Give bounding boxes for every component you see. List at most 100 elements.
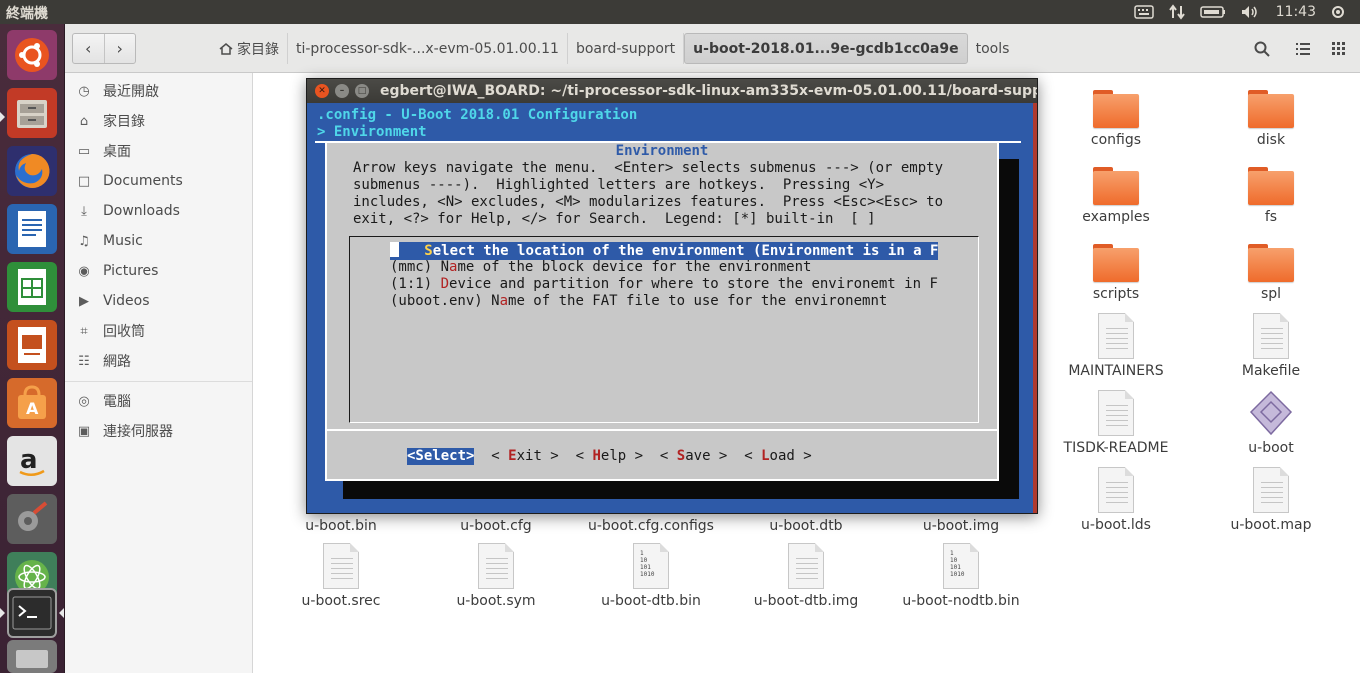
menu-item-block-device[interactable]: (mmc) Name of the block device for the e… bbox=[390, 259, 811, 276]
terminal-launcher-icon[interactable] bbox=[7, 588, 57, 638]
folder-item[interactable]: examples bbox=[1041, 167, 1191, 225]
impress-icon[interactable] bbox=[7, 320, 57, 370]
menu-item-env-location[interactable]: Select the location of the environment (… bbox=[390, 242, 939, 260]
button-bar: <Select> < Exit > < Help > < Save > < Lo… bbox=[407, 448, 812, 465]
load-button[interactable]: < Load > bbox=[744, 448, 811, 465]
menu-list: Select the location of the environment (… bbox=[349, 236, 979, 423]
terminal-title: egbert@IWA_BOARD: ~/ti-processor-sdk-lin… bbox=[380, 83, 1037, 99]
file-item[interactable]: 1 10 101 1010 u-boot-nodtb.bin bbox=[886, 543, 1036, 609]
sidebar-item-downloads[interactable]: ⤓ Downloads bbox=[75, 198, 180, 224]
search-button[interactable] bbox=[1245, 33, 1279, 64]
list-view-button[interactable] bbox=[1287, 33, 1319, 64]
system-settings-icon[interactable] bbox=[7, 494, 57, 544]
folder-item[interactable]: disk bbox=[1196, 90, 1346, 148]
file-item[interactable]: u-boot.map bbox=[1196, 467, 1346, 533]
gear-icon[interactable] bbox=[1330, 4, 1346, 20]
file-item[interactable]: u-boot.lds bbox=[1041, 467, 1191, 533]
binary-file-icon: 1 10 101 1010 bbox=[943, 543, 979, 589]
clock[interactable]: 11:43 bbox=[1276, 4, 1316, 20]
file-item[interactable]: u-boot.sym bbox=[421, 543, 571, 609]
crumb-board-support[interactable]: board-support bbox=[568, 33, 685, 64]
menu-item-device-partition[interactable]: (1:1) Device and partition for where to … bbox=[390, 276, 938, 293]
volume-icon[interactable] bbox=[1240, 4, 1260, 20]
file-item[interactable]: TISDK-README bbox=[1041, 390, 1191, 456]
network-updown-icon[interactable] bbox=[1168, 4, 1186, 20]
file-item[interactable]: u-boot.cfg bbox=[421, 514, 571, 534]
trash-icon: ⌗ bbox=[80, 323, 88, 339]
file-item[interactable]: Makefile bbox=[1196, 313, 1346, 379]
file-item[interactable]: u-boot.bin bbox=[266, 514, 416, 534]
maximize-button[interactable]: □ bbox=[355, 84, 369, 98]
text-cursor bbox=[390, 242, 399, 257]
sidebar-item-connect-server[interactable]: ▣ 連接伺服器 bbox=[75, 418, 173, 444]
grid-view-icon bbox=[1332, 41, 1345, 55]
amazon-icon[interactable]: a bbox=[7, 436, 57, 486]
sidebar-item-computer[interactable]: ◎ 電腦 bbox=[75, 388, 131, 414]
help-button[interactable]: < Help > bbox=[576, 448, 643, 465]
grid-view-button[interactable] bbox=[1323, 33, 1355, 64]
firefox-icon[interactable] bbox=[7, 146, 57, 196]
file-item[interactable]: u-boot-dtb.img bbox=[731, 543, 881, 609]
ubuntu-dash-button[interactable] bbox=[7, 30, 57, 80]
close-button[interactable]: ✕ bbox=[315, 84, 329, 98]
calc-icon[interactable] bbox=[7, 262, 57, 312]
text-file-icon bbox=[1098, 467, 1134, 513]
crumb-u-boot[interactable]: u-boot-2018.01...9e-gcdb1cc0a9e bbox=[684, 33, 968, 64]
list-view-icon bbox=[1296, 42, 1310, 55]
terminal-titlebar[interactable]: ✕ – □ egbert@IWA_BOARD: ~/ti-processor-s… bbox=[307, 79, 1037, 103]
crumb-tools[interactable]: tools bbox=[968, 33, 1018, 64]
sidebar-item-music[interactable]: ♫ Music bbox=[75, 228, 143, 254]
sidebar-item-documents[interactable]: □ Documents bbox=[75, 168, 183, 194]
binary-file-icon: 1 10 101 1010 bbox=[633, 543, 669, 589]
folder-item[interactable]: spl bbox=[1196, 244, 1346, 302]
writer-icon[interactable] bbox=[7, 204, 57, 254]
back-button[interactable]: ‹ bbox=[73, 34, 105, 63]
select-button[interactable]: <Select> bbox=[407, 448, 475, 465]
sidebar-item-videos[interactable]: ▶ Videos bbox=[75, 288, 150, 314]
file-item[interactable]: u-boot.cfg.configs bbox=[576, 514, 726, 534]
files-launcher-icon[interactable] bbox=[7, 88, 57, 138]
menu-item-fat-file[interactable]: (uboot.env) Name of the FAT file to use … bbox=[390, 293, 887, 310]
terminal-screen[interactable]: .config - U-Boot 2018.01 Configuration >… bbox=[307, 103, 1037, 513]
sidebar-item-recent[interactable]: ◷ 最近開啟 bbox=[75, 78, 159, 104]
button-bar-divider bbox=[327, 429, 997, 431]
places-sidebar: ◷ 最近開啟 ⌂ 家目錄 ▭ 桌面 □ Documents ⤓ Downloads ♫ Mu… bbox=[65, 73, 253, 673]
disks-icon[interactable] bbox=[7, 640, 57, 673]
folder-item[interactable]: configs bbox=[1041, 90, 1191, 148]
file-item[interactable]: MAINTAINERS bbox=[1041, 313, 1191, 379]
terminal-window[interactable]: ✕ – □ egbert@IWA_BOARD: ~/ti-processor-s… bbox=[306, 78, 1038, 514]
folder-item[interactable]: scripts bbox=[1041, 244, 1191, 302]
crumb-sdk[interactable]: ti-processor-sdk-...x-evm-05.01.00.11 bbox=[288, 33, 568, 64]
folder-icon bbox=[1248, 244, 1294, 282]
forward-button[interactable]: › bbox=[105, 34, 136, 63]
file-item[interactable]: u-boot bbox=[1196, 390, 1346, 456]
running-indicator bbox=[0, 608, 5, 618]
sidebar-item-network[interactable]: ☷ 網路 bbox=[75, 348, 131, 374]
active-app-title: 終端機 bbox=[6, 6, 48, 22]
folder-icon bbox=[1093, 167, 1139, 205]
sidebar-item-desktop[interactable]: ▭ 桌面 bbox=[75, 138, 131, 164]
battery-icon[interactable] bbox=[1199, 5, 1226, 19]
folder-item[interactable]: fs bbox=[1196, 167, 1346, 225]
network-icon: ☷ bbox=[78, 353, 90, 369]
executable-icon bbox=[1249, 390, 1293, 436]
sidebar-item-home[interactable]: ⌂ 家目錄 bbox=[75, 108, 145, 134]
menuconfig-path: > Environment bbox=[317, 124, 427, 140]
software-center-icon[interactable]: A bbox=[7, 378, 57, 428]
file-item[interactable]: u-boot.img bbox=[886, 514, 1036, 534]
file-item[interactable]: 1 10 101 1010 u-boot-dtb.bin bbox=[576, 543, 726, 609]
sidebar-item-trash[interactable]: ⌗ 回收筒 bbox=[75, 318, 145, 344]
file-item[interactable]: u-boot.dtb bbox=[731, 514, 881, 534]
exit-button[interactable]: < Exit > bbox=[491, 448, 558, 465]
sidebar-item-pictures[interactable]: ◉ Pictures bbox=[75, 258, 158, 284]
document-icon: □ bbox=[77, 173, 91, 189]
camera-icon: ◉ bbox=[78, 263, 90, 279]
keyboard-icon[interactable] bbox=[1133, 5, 1154, 19]
system-tray: 11:43 bbox=[1133, 0, 1346, 24]
file-item[interactable]: u-boot.srec bbox=[266, 543, 416, 609]
save-button[interactable]: < Save > bbox=[660, 448, 727, 465]
minimize-button[interactable]: – bbox=[335, 84, 349, 98]
nav-buttons: ‹ › bbox=[72, 33, 136, 64]
running-indicator bbox=[0, 112, 5, 122]
crumb-home[interactable]: 家目錄 bbox=[210, 33, 288, 64]
